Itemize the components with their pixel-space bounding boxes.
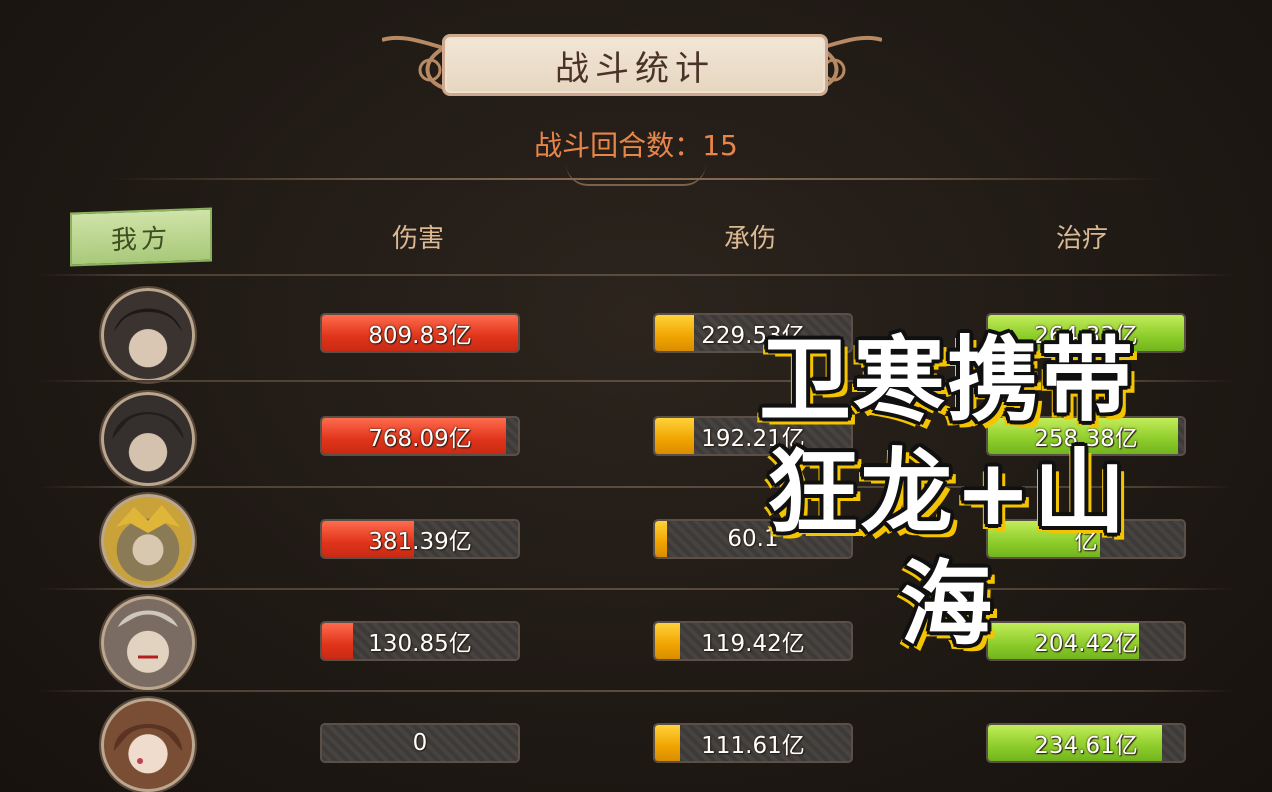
damage-bar: 381.39亿 xyxy=(320,519,520,559)
taken-bar: 111.61亿 xyxy=(653,723,853,763)
divider-ornament-icon xyxy=(566,164,706,186)
damage-value: 381.39亿 xyxy=(368,529,472,555)
damage-value: 809.83亿 xyxy=(368,323,472,349)
title-banner: 战斗统计 xyxy=(382,30,882,96)
damage-value: 130.85亿 xyxy=(368,631,472,657)
column-header-taken: 承伤 xyxy=(723,224,776,254)
damage-value: 0 xyxy=(412,730,428,756)
heal-value: 234.61亿 xyxy=(1034,733,1138,759)
hero-4-portrait-icon xyxy=(118,610,178,659)
column-header-damage: 伤害 xyxy=(391,224,444,254)
round-count-label: 战斗回合数： xyxy=(534,129,703,162)
team-tab-ours[interactable]: 我方 xyxy=(70,207,212,267)
hero-avatar[interactable] xyxy=(101,698,195,792)
overlay-caption-line: 卫寒携带 xyxy=(758,326,1135,434)
overlay-caption: 卫寒携带 狂龙+山 海 xyxy=(712,324,1182,660)
hero-avatar[interactable] xyxy=(101,392,195,486)
row-divider xyxy=(38,690,1234,692)
damage-bar: 768.09亿 xyxy=(320,416,520,456)
heal-bar: 234.61亿 xyxy=(986,723,1186,763)
damage-value: 768.09亿 xyxy=(368,426,472,452)
hero-5-portrait-icon xyxy=(114,724,182,764)
row-divider xyxy=(38,274,1234,276)
overlay-caption-line: 狂龙+山 xyxy=(766,438,1128,546)
hero-avatar[interactable] xyxy=(101,494,195,588)
overlay-caption-line: 海 xyxy=(899,550,994,658)
round-count: 战斗回合数：15 xyxy=(0,124,1272,164)
damage-bar: 809.83亿 xyxy=(320,313,520,353)
title-plate: 战斗统计 xyxy=(442,34,828,96)
column-header-heal: 治疗 xyxy=(1055,224,1108,254)
damage-bar: 0 xyxy=(320,723,520,763)
hero-1-portrait-icon xyxy=(114,308,182,331)
hero-2-portrait-icon xyxy=(112,412,184,439)
damage-bar: 130.85亿 xyxy=(320,621,520,661)
round-count-value: 15 xyxy=(702,129,738,162)
hero-3-portrait-icon xyxy=(116,505,180,533)
header-divider xyxy=(110,178,1162,180)
hero-avatar[interactable] xyxy=(101,596,195,690)
hero-avatar[interactable] xyxy=(101,288,195,382)
page-title: 战斗统计 xyxy=(555,48,715,89)
taken-value: 111.61亿 xyxy=(701,733,805,759)
